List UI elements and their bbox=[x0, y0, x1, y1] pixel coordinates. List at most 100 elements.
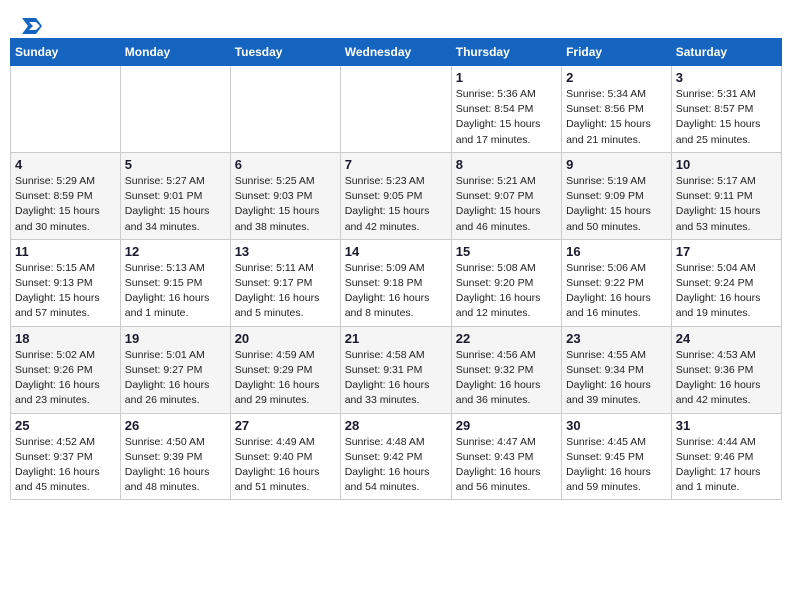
calendar-cell: 30 Sunrise: 4:45 AM Sunset: 9:45 PM Dayli… bbox=[562, 413, 672, 500]
day-number: 4 bbox=[15, 157, 116, 172]
day-detail: Sunrise: 5:02 AM Sunset: 9:26 PM Dayligh… bbox=[15, 348, 116, 409]
day-number: 5 bbox=[125, 157, 226, 172]
calendar-cell: 23Sunrise: 4:55 AM Sunset: 9:34 PM Dayli… bbox=[562, 326, 672, 413]
calendar-cell: 27 Sunrise: 4:49 AM Sunset: 9:40 PM Dayli… bbox=[230, 413, 340, 500]
calendar-cell: 18 Sunrise: 5:02 AM Sunset: 9:26 PM Dayli… bbox=[11, 326, 121, 413]
day-detail: Sunrise: 4:59 AM Sunset: 9:29 PM Dayligh… bbox=[235, 348, 336, 409]
day-detail: Sunrise: 4:45 AM Sunset: 9:45 PM Dayligh… bbox=[566, 435, 667, 496]
day-detail: Sunrise: 5:17 AM Sunset: 9:11 PM Dayligh… bbox=[676, 174, 777, 235]
page-header bbox=[10, 10, 782, 34]
day-number: 9 bbox=[566, 157, 667, 172]
day-detail: Sunrise: 4:50 AM Sunset: 9:39 PM Dayligh… bbox=[125, 435, 226, 496]
day-detail: Sunrise: 4:44 AM Sunset: 9:46 PM Dayligh… bbox=[676, 435, 777, 496]
day-detail: Sunrise: 5:36 AM Sunset: 8:54 PM Dayligh… bbox=[456, 87, 557, 148]
week-row-5: 25Sunrise: 4:52 AM Sunset: 9:37 PM Dayli… bbox=[11, 413, 782, 500]
day-number: 16 bbox=[566, 244, 667, 259]
calendar-cell: 1 Sunrise: 5:36 AM Sunset: 8:54 PM Daylig… bbox=[451, 66, 561, 153]
day-number: 28 bbox=[345, 418, 447, 433]
calendar-cell: 28Sunrise: 4:48 AM Sunset: 9:42 PM Dayli… bbox=[340, 413, 451, 500]
calendar-cell: 7 Sunrise: 5:23 AM Sunset: 9:05 PM Daylig… bbox=[340, 152, 451, 239]
calendar-cell: 25Sunrise: 4:52 AM Sunset: 9:37 PM Dayli… bbox=[11, 413, 121, 500]
week-row-4: 18 Sunrise: 5:02 AM Sunset: 9:26 PM Dayli… bbox=[11, 326, 782, 413]
day-number: 22 bbox=[456, 331, 557, 346]
week-row-3: 11 Sunrise: 5:15 AM Sunset: 9:13 PM Dayli… bbox=[11, 239, 782, 326]
day-detail: Sunrise: 4:55 AM Sunset: 9:34 PM Dayligh… bbox=[566, 348, 667, 409]
calendar-cell: 14Sunrise: 5:09 AM Sunset: 9:18 PM Dayli… bbox=[340, 239, 451, 326]
calendar-cell: 16 Sunrise: 5:06 AM Sunset: 9:22 PM Dayli… bbox=[562, 239, 672, 326]
day-detail: Sunrise: 4:58 AM Sunset: 9:31 PM Dayligh… bbox=[345, 348, 447, 409]
day-number: 27 bbox=[235, 418, 336, 433]
day-detail: Sunrise: 5:25 AM Sunset: 9:03 PM Dayligh… bbox=[235, 174, 336, 235]
weekday-friday: Friday bbox=[562, 39, 672, 66]
day-detail: Sunrise: 5:13 AM Sunset: 9:15 PM Dayligh… bbox=[125, 261, 226, 322]
day-detail: Sunrise: 4:47 AM Sunset: 9:43 PM Dayligh… bbox=[456, 435, 557, 496]
day-detail: Sunrise: 5:04 AM Sunset: 9:24 PM Dayligh… bbox=[676, 261, 777, 322]
calendar-cell bbox=[120, 66, 230, 153]
calendar-cell: 20Sunrise: 4:59 AM Sunset: 9:29 PM Dayli… bbox=[230, 326, 340, 413]
day-detail: Sunrise: 5:11 AM Sunset: 9:17 PM Dayligh… bbox=[235, 261, 336, 322]
weekday-wednesday: Wednesday bbox=[340, 39, 451, 66]
calendar-cell: 29 Sunrise: 4:47 AM Sunset: 9:43 PM Dayli… bbox=[451, 413, 561, 500]
weekday-header-row: SundayMondayTuesdayWednesdayThursdayFrid… bbox=[11, 39, 782, 66]
weekday-thursday: Thursday bbox=[451, 39, 561, 66]
calendar-cell: 10 Sunrise: 5:17 AM Sunset: 9:11 PM Dayli… bbox=[671, 152, 781, 239]
calendar-cell: 19 Sunrise: 5:01 AM Sunset: 9:27 PM Dayli… bbox=[120, 326, 230, 413]
day-number: 19 bbox=[125, 331, 226, 346]
calendar-cell bbox=[230, 66, 340, 153]
day-number: 13 bbox=[235, 244, 336, 259]
day-number: 1 bbox=[456, 70, 557, 85]
day-number: 21 bbox=[345, 331, 447, 346]
day-detail: Sunrise: 5:15 AM Sunset: 9:13 PM Dayligh… bbox=[15, 261, 116, 322]
day-detail: Sunrise: 5:21 AM Sunset: 9:07 PM Dayligh… bbox=[456, 174, 557, 235]
day-detail: Sunrise: 5:31 AM Sunset: 8:57 PM Dayligh… bbox=[676, 87, 777, 148]
calendar-cell: 11 Sunrise: 5:15 AM Sunset: 9:13 PM Dayli… bbox=[11, 239, 121, 326]
day-number: 10 bbox=[676, 157, 777, 172]
day-detail: Sunrise: 4:49 AM Sunset: 9:40 PM Dayligh… bbox=[235, 435, 336, 496]
calendar-cell: 13 Sunrise: 5:11 AM Sunset: 9:17 PM Dayli… bbox=[230, 239, 340, 326]
calendar-cell: 2Sunrise: 5:34 AM Sunset: 8:56 PM Daylig… bbox=[562, 66, 672, 153]
calendar-cell: 8 Sunrise: 5:21 AM Sunset: 9:07 PM Daylig… bbox=[451, 152, 561, 239]
weekday-sunday: Sunday bbox=[11, 39, 121, 66]
calendar-cell: 15Sunrise: 5:08 AM Sunset: 9:20 PM Dayli… bbox=[451, 239, 561, 326]
day-detail: Sunrise: 5:34 AM Sunset: 8:56 PM Dayligh… bbox=[566, 87, 667, 148]
calendar-cell: 12 Sunrise: 5:13 AM Sunset: 9:15 PM Dayli… bbox=[120, 239, 230, 326]
calendar-cell: 6 Sunrise: 5:25 AM Sunset: 9:03 PM Daylig… bbox=[230, 152, 340, 239]
weekday-saturday: Saturday bbox=[671, 39, 781, 66]
calendar-cell bbox=[340, 66, 451, 153]
day-detail: Sunrise: 5:01 AM Sunset: 9:27 PM Dayligh… bbox=[125, 348, 226, 409]
day-number: 26 bbox=[125, 418, 226, 433]
day-detail: Sunrise: 5:19 AM Sunset: 9:09 PM Dayligh… bbox=[566, 174, 667, 235]
day-number: 31 bbox=[676, 418, 777, 433]
calendar-cell: 4 Sunrise: 5:29 AM Sunset: 8:59 PM Daylig… bbox=[11, 152, 121, 239]
calendar-cell bbox=[11, 66, 121, 153]
week-row-2: 4 Sunrise: 5:29 AM Sunset: 8:59 PM Daylig… bbox=[11, 152, 782, 239]
day-detail: Sunrise: 4:53 AM Sunset: 9:36 PM Dayligh… bbox=[676, 348, 777, 409]
day-number: 7 bbox=[345, 157, 447, 172]
day-detail: Sunrise: 4:56 AM Sunset: 9:32 PM Dayligh… bbox=[456, 348, 557, 409]
day-number: 24 bbox=[676, 331, 777, 346]
day-number: 17 bbox=[676, 244, 777, 259]
day-number: 12 bbox=[125, 244, 226, 259]
day-number: 6 bbox=[235, 157, 336, 172]
day-detail: Sunrise: 5:09 AM Sunset: 9:18 PM Dayligh… bbox=[345, 261, 447, 322]
day-number: 11 bbox=[15, 244, 116, 259]
day-detail: Sunrise: 5:23 AM Sunset: 9:05 PM Dayligh… bbox=[345, 174, 447, 235]
calendar-cell: 22 Sunrise: 4:56 AM Sunset: 9:32 PM Dayli… bbox=[451, 326, 561, 413]
day-number: 29 bbox=[456, 418, 557, 433]
logo bbox=[20, 18, 42, 30]
calendar-body: 1 Sunrise: 5:36 AM Sunset: 8:54 PM Daylig… bbox=[11, 66, 782, 500]
calendar-cell: 26 Sunrise: 4:50 AM Sunset: 9:39 PM Dayli… bbox=[120, 413, 230, 500]
calendar-cell: 24 Sunrise: 4:53 AM Sunset: 9:36 PM Dayli… bbox=[671, 326, 781, 413]
day-detail: Sunrise: 4:52 AM Sunset: 9:37 PM Dayligh… bbox=[15, 435, 116, 496]
logo-arrow-icon bbox=[22, 18, 42, 34]
day-detail: Sunrise: 5:06 AM Sunset: 9:22 PM Dayligh… bbox=[566, 261, 667, 322]
day-number: 30 bbox=[566, 418, 667, 433]
day-detail: Sunrise: 5:27 AM Sunset: 9:01 PM Dayligh… bbox=[125, 174, 226, 235]
calendar-cell: 3Sunrise: 5:31 AM Sunset: 8:57 PM Daylig… bbox=[671, 66, 781, 153]
day-detail: Sunrise: 5:29 AM Sunset: 8:59 PM Dayligh… bbox=[15, 174, 116, 235]
week-row-1: 1 Sunrise: 5:36 AM Sunset: 8:54 PM Daylig… bbox=[11, 66, 782, 153]
calendar-cell: 21 Sunrise: 4:58 AM Sunset: 9:31 PM Dayli… bbox=[340, 326, 451, 413]
day-number: 8 bbox=[456, 157, 557, 172]
calendar-cell: 5 Sunrise: 5:27 AM Sunset: 9:01 PM Daylig… bbox=[120, 152, 230, 239]
day-number: 18 bbox=[15, 331, 116, 346]
